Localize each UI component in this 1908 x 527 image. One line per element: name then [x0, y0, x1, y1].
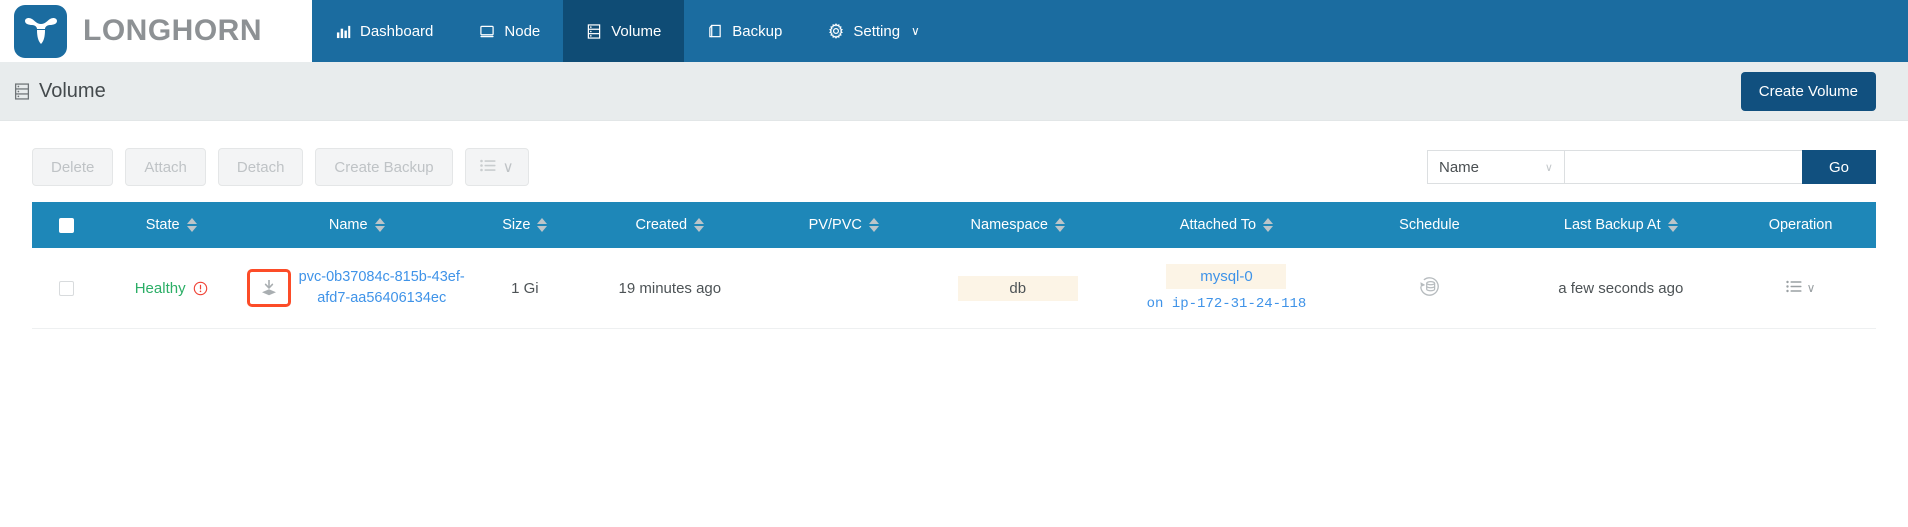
header-pvpvc[interactable]: PV/PVC: [762, 202, 925, 248]
sort-icon[interactable]: [374, 218, 385, 232]
nav-label-setting: Setting: [853, 22, 901, 40]
server-node-icon: [479, 23, 495, 39]
page-header-bar: Volume Create Volume: [0, 62, 1908, 121]
chevron-down-icon: ∨: [911, 24, 920, 38]
header-name[interactable]: Name: [240, 202, 473, 248]
header-operation-label: Operation: [1768, 217, 1833, 233]
chart-bar-icon: [335, 23, 351, 39]
header-name-label: Name: [328, 217, 368, 233]
search-bar: Name ∨ Go: [1426, 150, 1876, 184]
more-actions-button[interactable]: ∨: [464, 148, 529, 186]
volume-stack-icon: [14, 82, 31, 100]
attach-button[interactable]: Attach: [125, 148, 206, 186]
volume-table: State Name Size Created PV/PVC Namespace…: [32, 202, 1876, 329]
longhorn-bull-icon: [14, 4, 67, 58]
brand-area[interactable]: LONGHORN: [0, 0, 312, 62]
state-label: Healthy: [134, 279, 186, 297]
namespace-chip: db: [957, 275, 1078, 301]
header-schedule-label: Schedule: [1399, 217, 1460, 233]
header-namespace-label: Namespace: [970, 217, 1048, 233]
row-checkbox[interactable]: [59, 281, 75, 297]
chevron-down-icon: ∨: [502, 159, 514, 176]
delete-button[interactable]: Delete: [32, 148, 114, 186]
nav-label-node: Node: [504, 22, 541, 40]
attached-to-chip[interactable]: mysql-0: [1166, 264, 1287, 289]
exclamation-circle-icon[interactable]: [193, 281, 208, 296]
row-namespace-cell: db: [924, 248, 1111, 329]
header-namespace[interactable]: Namespace: [924, 202, 1111, 248]
nav-item-setting[interactable]: Setting ∨: [805, 0, 943, 62]
table-header-row: State Name Size Created PV/PVC Namespace…: [32, 202, 1876, 248]
sort-icon[interactable]: [694, 218, 705, 232]
create-volume-button[interactable]: Create Volume: [1740, 71, 1876, 111]
restore-download-icon[interactable]: [246, 269, 291, 307]
header-state[interactable]: State: [101, 202, 241, 248]
header-size[interactable]: Size: [472, 202, 578, 248]
create-backup-button[interactable]: Create Backup: [315, 148, 453, 186]
row-attached-to-cell: mysql-0 on ip-172-31-24-118: [1110, 248, 1343, 329]
row-schedule-cell: [1342, 248, 1517, 329]
table-row: Healthy pvc-0b37084c-815b-43ef-afd7-aa56…: [32, 248, 1876, 329]
search-go-button[interactable]: Go: [1801, 150, 1876, 184]
header-created-label: Created: [635, 217, 688, 233]
top-navigation-bar: LONGHORN Dashboard Node Volume Backup Se…: [0, 0, 1908, 62]
header-select-all: [32, 202, 102, 248]
brand-name: LONGHORN: [83, 14, 262, 47]
header-operation: Operation: [1725, 202, 1876, 248]
nav-item-node[interactable]: Node: [456, 0, 563, 62]
header-schedule: Schedule: [1342, 202, 1517, 248]
chevron-down-icon: ∨: [1806, 281, 1816, 295]
attached-host-label: on ip-172-31-24-118: [1146, 296, 1307, 312]
page-title-text: Volume: [39, 79, 106, 102]
nav-label-backup: Backup: [732, 22, 783, 40]
sort-icon[interactable]: [186, 218, 197, 232]
row-name-cell: pvc-0b37084c-815b-43ef-afd7-aa56406134ec: [240, 248, 473, 329]
volume-name-link[interactable]: pvc-0b37084c-815b-43ef-afd7-aa56406134ec: [297, 267, 467, 308]
select-all-checkbox[interactable]: [59, 217, 75, 233]
recurring-snapshot-icon[interactable]: [1416, 273, 1443, 300]
action-toolbar: Delete Attach Detach Create Backup ∨ Nam…: [32, 121, 1876, 202]
header-pvpvc-label: PV/PVC: [808, 217, 862, 233]
header-last-backup-at[interactable]: Last Backup At: [1516, 202, 1726, 248]
sort-icon[interactable]: [1263, 218, 1274, 232]
header-size-label: Size: [502, 217, 531, 233]
header-attached-to[interactable]: Attached To: [1110, 202, 1343, 248]
content-area: Delete Attach Detach Create Backup ∨ Nam…: [0, 121, 1908, 329]
sort-icon[interactable]: [537, 218, 548, 232]
search-field-select[interactable]: Name ∨: [1426, 150, 1564, 184]
row-last-backup-at-cell: a few seconds ago: [1516, 248, 1726, 329]
nav-label-volume: Volume: [611, 22, 662, 40]
row-state-cell: Healthy: [101, 248, 241, 329]
row-created-cell: 19 minutes ago: [577, 248, 763, 329]
search-field-label: Name: [1438, 158, 1479, 176]
backup-copy-icon: [707, 23, 723, 39]
volume-stack-icon: [586, 23, 602, 39]
sort-icon[interactable]: [1054, 218, 1065, 232]
row-select-cell: [32, 248, 102, 329]
list-menu-icon: [479, 159, 496, 176]
main-nav: Dashboard Node Volume Backup Setting ∨: [312, 0, 1908, 62]
header-attached-to-label: Attached To: [1179, 217, 1257, 233]
row-operation-menu[interactable]: ∨: [1785, 280, 1816, 297]
search-input[interactable]: [1563, 150, 1802, 184]
header-state-label: State: [145, 217, 180, 233]
detach-button[interactable]: Detach: [217, 148, 304, 186]
row-size-cell: 1 Gi: [472, 248, 578, 329]
row-pvpvc-cell: [762, 248, 925, 329]
nav-label-dashboard: Dashboard: [360, 22, 434, 40]
sort-icon[interactable]: [1667, 218, 1678, 232]
header-last-backup-at-label: Last Backup At: [1563, 217, 1661, 233]
header-created[interactable]: Created: [577, 202, 763, 248]
gear-icon: [828, 23, 844, 39]
chevron-down-icon: ∨: [1544, 161, 1553, 174]
nav-item-dashboard[interactable]: Dashboard: [312, 0, 456, 62]
list-menu-icon: [1785, 280, 1802, 297]
row-operation-cell: ∨: [1725, 248, 1876, 329]
nav-item-volume[interactable]: Volume: [563, 0, 685, 62]
sort-icon[interactable]: [868, 218, 879, 232]
nav-item-backup[interactable]: Backup: [684, 0, 805, 62]
page-title: Volume: [14, 80, 106, 103]
